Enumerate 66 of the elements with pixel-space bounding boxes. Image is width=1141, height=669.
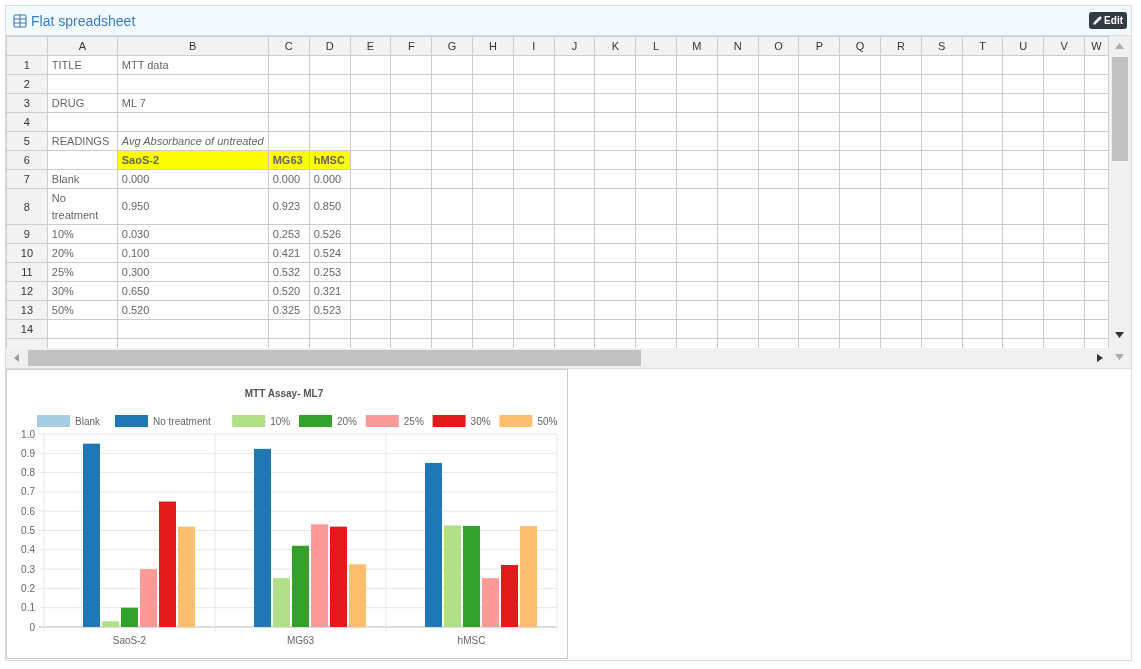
axis-tick-label: 0.5	[21, 525, 35, 536]
legend-label: 30%	[470, 416, 491, 427]
panel-title: Flat spreadsheet	[31, 12, 136, 29]
row-header[interactable]: 8	[6, 188, 48, 225]
category-label: hMSC	[457, 635, 486, 646]
pencil-icon	[1093, 16, 1103, 25]
bar	[501, 565, 518, 627]
scroll-down-icon[interactable]	[1115, 332, 1124, 338]
legend-label: 20%	[337, 416, 357, 427]
table-cell: 0.850	[309, 188, 351, 225]
legend-label: 10%	[270, 416, 291, 427]
scrollbar-thumb[interactable]	[28, 350, 641, 366]
bar	[349, 564, 366, 627]
table-cell: 0.923	[268, 188, 310, 225]
column-header[interactable]: M	[676, 36, 718, 56]
bar	[140, 569, 157, 627]
category-label: SaoS-2	[112, 635, 147, 646]
column-header[interactable]: C	[268, 36, 310, 56]
column-header[interactable]: Q	[839, 36, 881, 56]
column-header[interactable]: V	[1043, 36, 1085, 56]
edit-button[interactable]: Edit	[1089, 12, 1127, 29]
column-header[interactable]: A	[47, 36, 118, 56]
column-header[interactable]: B	[117, 36, 269, 56]
scroll-up-icon[interactable]	[1115, 43, 1124, 49]
column-header[interactable]: G	[431, 36, 473, 56]
column-header[interactable]: N	[717, 36, 759, 56]
axis-tick-label: 0.3	[21, 563, 35, 575]
column-header[interactable]: K	[594, 36, 636, 56]
column-header[interactable]: U	[1002, 36, 1044, 56]
column-header[interactable]: R	[880, 36, 922, 56]
legend-label: Blank	[75, 416, 100, 427]
column-header[interactable]: P	[798, 36, 840, 56]
legend-label: 25%	[403, 416, 424, 427]
axis-tick-label: 1.0	[21, 428, 35, 440]
axis-tick-label: 0.7	[21, 486, 35, 498]
legend-label: No treatment	[153, 416, 211, 427]
column-header[interactable]: F	[390, 36, 432, 56]
axis-tick-label: 0.2	[21, 582, 35, 594]
legend-label: 50%	[537, 416, 558, 427]
column-header[interactable]: E	[350, 36, 391, 56]
scroll-left-icon[interactable]	[14, 354, 20, 362]
column-header[interactable]: T	[962, 36, 1003, 56]
axis-tick-label: 0.8	[21, 467, 35, 479]
scroll-right-icon[interactable]	[1097, 354, 1103, 362]
axis-tick-label: 0.1	[21, 602, 35, 614]
column-header[interactable]: D	[309, 36, 351, 56]
axis-tick-label: 0.6	[21, 505, 35, 517]
table-cell: No treatment	[47, 188, 118, 225]
category-label: MG63	[286, 635, 315, 646]
column-header[interactable]: H	[472, 36, 514, 56]
scrollbar-thumb[interactable]	[1112, 57, 1128, 161]
chart-title: MTT Assay- ML7	[244, 388, 324, 399]
column-header[interactable]: L	[635, 36, 677, 56]
column-header[interactable]: W	[1084, 36, 1109, 56]
column-header[interactable]: S	[921, 36, 963, 56]
table-cell: 0.950	[117, 188, 269, 225]
axis-tick-label: 0.9	[21, 447, 35, 459]
column-header[interactable]: J	[554, 36, 595, 56]
bar	[102, 621, 119, 627]
axis-tick-label: 0	[29, 621, 35, 633]
axis-tick-label: 0.4	[21, 544, 35, 556]
column-header[interactable]: I	[513, 36, 555, 56]
bar	[273, 578, 290, 627]
column-header[interactable]: O	[758, 36, 799, 56]
bar	[482, 578, 499, 627]
table-icon	[12, 12, 28, 29]
